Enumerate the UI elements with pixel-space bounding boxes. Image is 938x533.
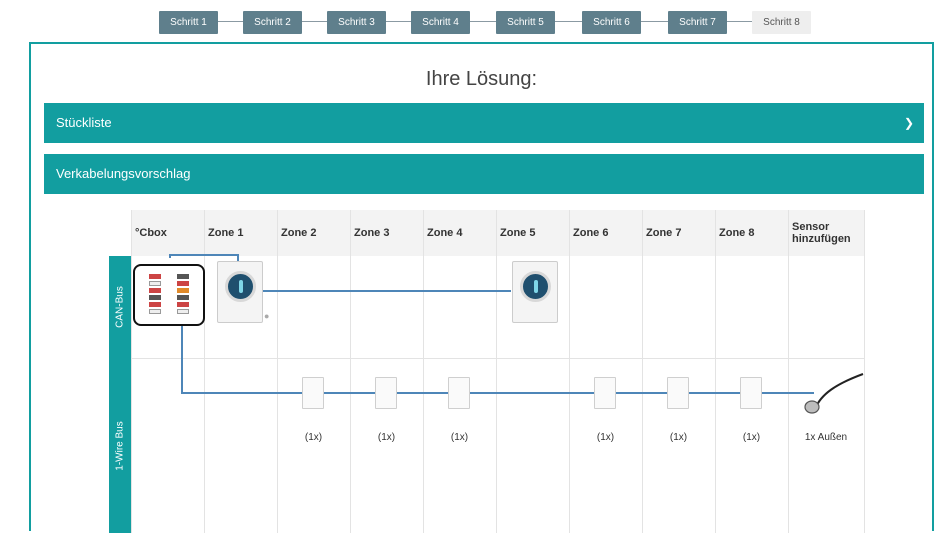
step-1-button[interactable]: Schritt 1 — [159, 11, 218, 34]
zone-2-count: (1x) — [304, 432, 323, 443]
outdoor-sensor-cable — [814, 373, 864, 410]
step-2-button[interactable]: Schritt 2 — [243, 11, 302, 34]
wifi-icon: ● — [264, 311, 270, 321]
step-8-button[interactable]: Schritt 8 — [752, 11, 811, 34]
zone-8-count: (1x) — [742, 432, 761, 443]
solution-panel: Ihre Lösung: Stückliste ❯ Verkabelungsvo… — [29, 42, 934, 533]
zone-2-sensor — [302, 377, 324, 409]
zone-5-controller — [512, 261, 558, 323]
step-3-button[interactable]: Schritt 3 — [327, 11, 386, 34]
step-7-button[interactable]: Schritt 7 — [668, 11, 727, 34]
zone-3-count: (1x) — [377, 432, 396, 443]
outdoor-sensor-count: 1x Außen — [804, 432, 848, 443]
outdoor-sensor-icon — [804, 400, 820, 414]
step-4-button[interactable]: Schritt 4 — [411, 11, 470, 34]
zone-7-count: (1x) — [669, 432, 688, 443]
one-wire-bus-wire — [181, 326, 814, 394]
zone-8-sensor — [740, 377, 762, 409]
step-5-button[interactable]: Schritt 5 — [496, 11, 555, 34]
cbox-device — [133, 264, 205, 326]
zone-6-sensor — [594, 377, 616, 409]
zone-7-sensor — [667, 377, 689, 409]
zone-3-sensor — [375, 377, 397, 409]
zone-1-controller — [217, 261, 263, 323]
stepper: Schritt 1 Schritt 2 Schritt 3 Schritt 4 … — [0, 0, 938, 40]
zone-4-count: (1x) — [450, 432, 469, 443]
zone-6-count: (1x) — [596, 432, 615, 443]
zone-4-sensor — [448, 377, 470, 409]
step-6-button[interactable]: Schritt 6 — [582, 11, 641, 34]
